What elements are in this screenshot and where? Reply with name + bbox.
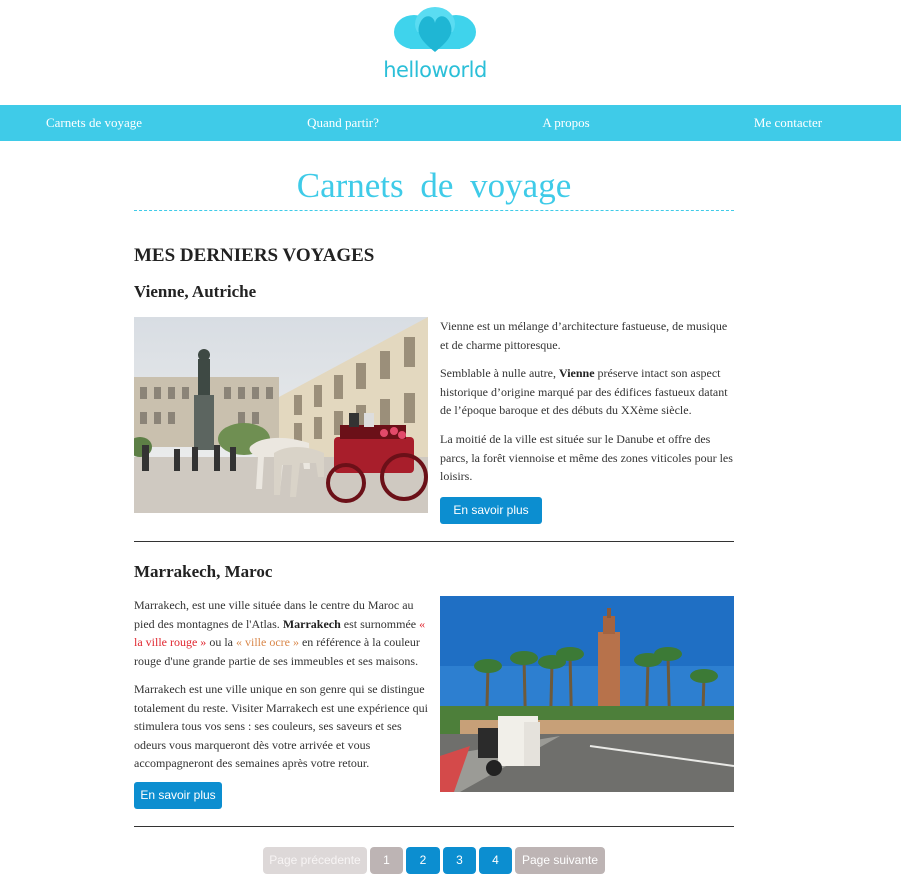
pagination-page-2[interactable]: 2 [406,847,440,874]
vienne-p2-text: Semblable à nulle autre, [440,366,559,380]
section-heading: MES DERNIERS VOYAGES [134,245,375,266]
vienne-paragraph-1: Vienne est un mélange d’architecture fas… [440,319,728,352]
article-divider [134,541,734,542]
vienne-read-more-button[interactable]: En savoir plus [440,497,542,524]
article-divider-2 [134,826,734,827]
nav-item-a-propos[interactable]: A propos [500,105,632,141]
marrakech-p1-text-2: est surnommée [340,616,420,631]
pagination-page-3[interactable]: 3 [443,847,476,874]
marrakech-paragraph-1: Marrakech, est une ville située dans le … [134,596,430,670]
marrakech-p1-bold: Marrakech [282,616,341,631]
vienne-p2-bold: Vienne [558,366,595,380]
title-divider [134,210,734,211]
vienne-photo [134,317,428,513]
pagination-page-1[interactable]: 1 [370,847,403,874]
article-title-marrakech: Marrakech, Maroc [134,562,273,581]
pagination-page-4[interactable]: 4 [479,847,512,874]
marrakech-p1-text-3: ou la [206,635,236,649]
marrakech-paragraph-2: Marrakech est une ville unique en son ge… [134,682,428,770]
marrakech-photo [440,596,734,792]
nav-item-carnets[interactable]: Carnets de voyage [14,105,174,141]
pagination-prev-button[interactable]: Page précedente [263,847,367,874]
article-title-vienne: Vienne, Autriche [134,282,257,301]
cloud-heart-icon [394,7,476,53]
vienne-paragraph-2: Semblable à nulle autre, Vienne préserve… [440,364,736,420]
marrakech-ocre-city-link: « ville ocre » [235,635,299,649]
marrakech-read-more-button[interactable]: En savoir plus [134,782,222,809]
pagination-next-button[interactable]: Page suivante [515,847,605,874]
logo[interactable]: helloworld [380,6,490,82]
main-navigation: Carnets de voyage Quand partir? A propos… [0,105,901,141]
page-title: Carnets de voyage [296,166,572,205]
nav-item-contact[interactable]: Me contacter [718,105,858,141]
nav-item-quand-partir[interactable]: Quand partir? [268,105,418,141]
logo-wordmark: helloworld [383,58,487,82]
vienne-paragraph-3: La moitié de la ville est située sur le … [440,432,733,483]
